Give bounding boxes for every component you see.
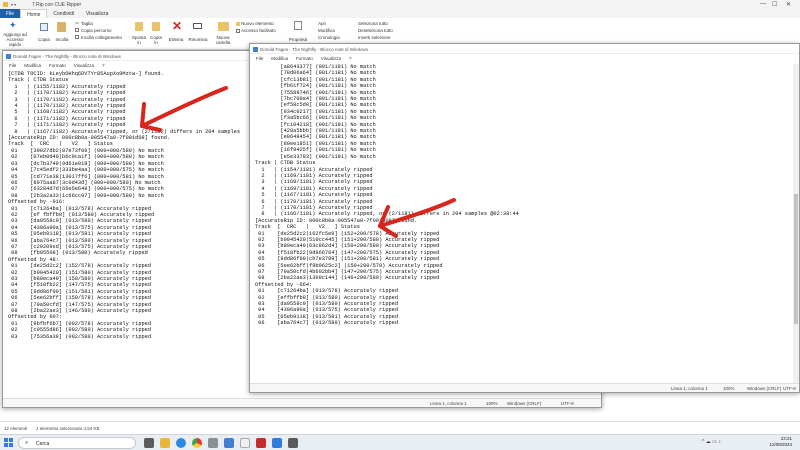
taskbar-search[interactable]: ⌕ Cerca <box>18 437 136 449</box>
system-tray-icons[interactable]: ^ ☁ ▭ ♪ <box>702 439 721 445</box>
app-icon[interactable] <box>240 438 250 448</box>
search-icon: ⌕ <box>25 440 29 446</box>
notepad-taskbar-icon[interactable] <box>224 438 234 448</box>
clock-date: 12/08/2024 <box>769 442 792 447</box>
red-arrow-left <box>140 86 228 132</box>
red-arrow-right <box>378 198 456 238</box>
chrome-icon[interactable] <box>192 438 202 448</box>
app-icon[interactable] <box>208 438 218 448</box>
file-explorer-icon[interactable] <box>160 438 170 448</box>
app-icon[interactable] <box>272 438 282 448</box>
search-label: Cerca <box>36 441 50 447</box>
task-view-icon[interactable] <box>144 438 154 448</box>
clock[interactable]: 23:21 12/08/2024 <box>769 436 792 448</box>
app-icon[interactable] <box>288 438 298 448</box>
edge-icon[interactable] <box>176 438 186 448</box>
taskbar: ⌕ Cerca ^ ☁ ▭ ♪ 23:21 12/08/2024 <box>0 434 800 450</box>
windows-start-icon[interactable] <box>4 438 14 448</box>
annotation-overlay <box>140 86 456 238</box>
app-icon[interactable] <box>256 438 266 448</box>
